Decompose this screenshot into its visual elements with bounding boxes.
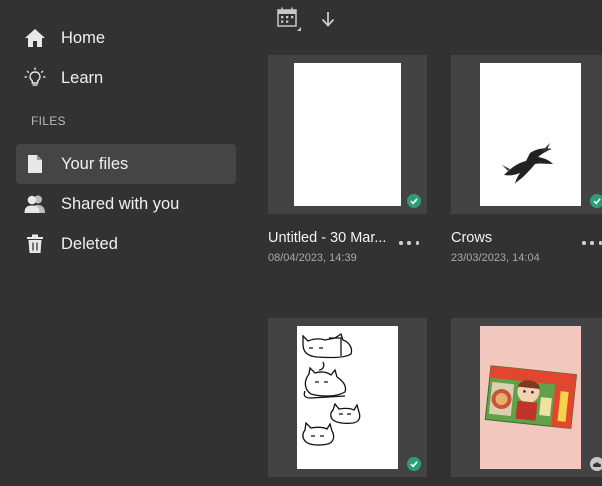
nav-home[interactable]: Home (16, 18, 236, 58)
trash-icon (24, 234, 46, 254)
synced-badge-icon (590, 194, 602, 208)
file-date: 23/03/2023, 14:04 (451, 252, 540, 264)
more-options-button[interactable] (399, 238, 419, 248)
sidebar: Home Learn FILES Your files Shared with … (0, 0, 250, 486)
file-date: 08/04/2023, 14:39 (268, 252, 357, 264)
cats-sketch-preview (297, 326, 398, 469)
cloud-icon (590, 457, 602, 471)
nav-deleted-label: Deleted (61, 234, 118, 253)
lightbulb-icon (24, 67, 46, 88)
cats-sketch (302, 332, 361, 446)
blank-page-preview (294, 63, 401, 206)
file-icon (24, 154, 46, 174)
nav-learn[interactable]: Learn (16, 58, 236, 98)
crow-drawing (502, 143, 553, 184)
sort-toolbar (268, 0, 602, 40)
people-icon (24, 194, 46, 214)
home-icon (24, 28, 46, 48)
file-thumbnail[interactable] (268, 55, 427, 214)
nav-home-label: Home (61, 28, 106, 47)
arrow-down-icon (320, 10, 336, 33)
file-thumbnail[interactable] (451, 55, 602, 214)
sort-by-date-button[interactable] (276, 6, 302, 37)
nav-learn-label: Learn (61, 68, 104, 87)
nav-your-files[interactable]: Your files (16, 144, 236, 184)
file-title: Untitled - 30 Mar... (268, 230, 387, 246)
calendar-icon (276, 6, 302, 37)
more-options-button[interactable] (582, 238, 602, 248)
file-thumbnail[interactable] (451, 318, 602, 477)
nav-shared-with-you[interactable]: Shared with you (16, 184, 236, 224)
crow-drawing-preview (480, 63, 581, 206)
file-thumbnail[interactable] (268, 318, 427, 477)
synced-badge-icon (407, 457, 421, 471)
sort-direction-button[interactable] (315, 8, 341, 34)
files-section-label: FILES (31, 114, 66, 128)
nav-your-files-label: Your files (61, 154, 129, 173)
illustration-preview (480, 326, 581, 469)
nav-deleted[interactable]: Deleted (16, 224, 236, 264)
file-title: Crows (451, 230, 493, 246)
snack-box-illustration (484, 365, 578, 429)
synced-badge-icon (407, 194, 421, 208)
nav-shared-label: Shared with you (61, 194, 180, 213)
